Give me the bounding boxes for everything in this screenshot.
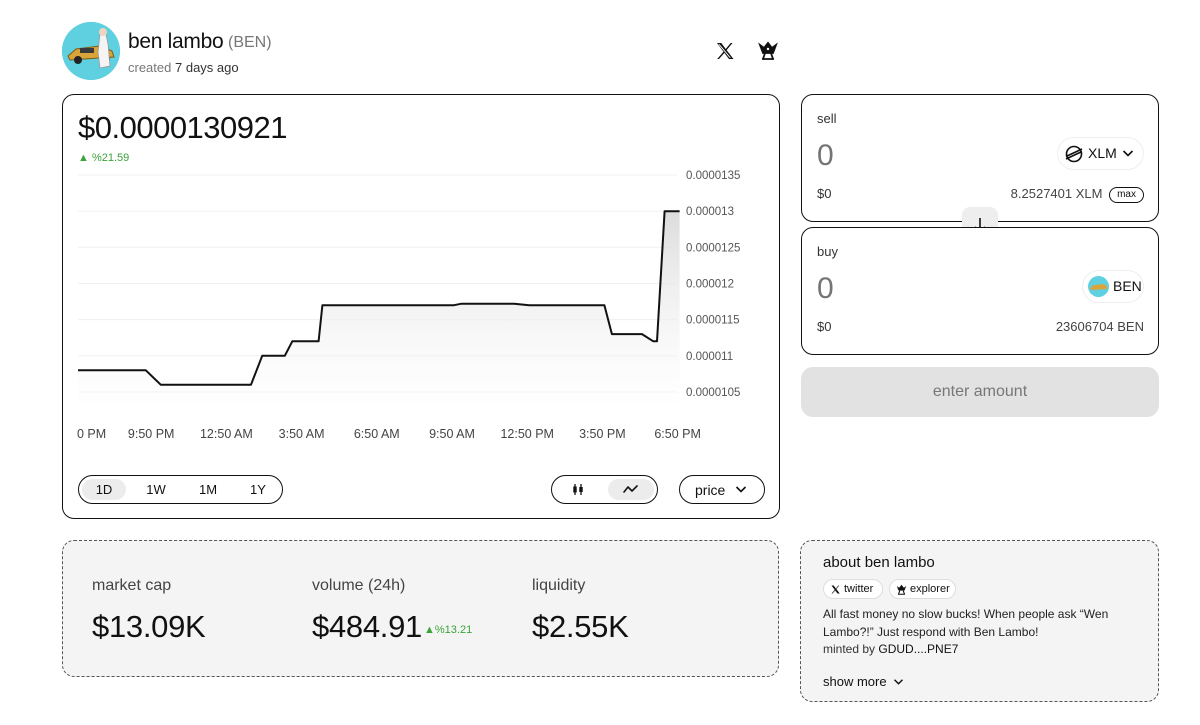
market-cap-value: $13.09K <box>92 609 206 644</box>
x-tick-label: 3:50 AM <box>279 427 325 441</box>
created-prefix: created <box>128 60 172 75</box>
stellar-logo-icon <box>1065 145 1083 163</box>
price-chart-card: $0.0000130921 ▲ %21.59 0.0000135 0.000013… <box>62 94 780 519</box>
candlestick-icon <box>573 484 583 495</box>
y-tick-label: 0.0000115 <box>686 315 740 327</box>
x-tick-label: 12:50 AM <box>200 427 253 441</box>
chevron-down-icon <box>735 486 747 493</box>
token-header: ben lambo (BEN) created 7 days ago <box>62 20 782 80</box>
y-tick-label: 0.000011 <box>686 351 733 363</box>
buy-token-selector[interactable]: BEN <box>1083 271 1143 302</box>
show-more-button[interactable]: show more <box>823 674 904 689</box>
created-info: created 7 days ago <box>128 60 239 75</box>
buy-usd-value: $0 <box>817 319 832 334</box>
chart-type-selector <box>551 475 658 504</box>
sell-label: sell <box>817 111 837 126</box>
liquidity-value: $2.55K <box>532 609 629 644</box>
ben-token-icon <box>1088 276 1109 297</box>
range-1m-button[interactable]: 1M <box>186 479 230 500</box>
max-button[interactable]: max <box>1109 187 1144 203</box>
x-logo-icon <box>831 585 840 594</box>
enter-amount-button[interactable]: enter amount <box>801 367 1159 417</box>
explorer-icon <box>896 584 907 595</box>
up-arrow-icon: ▲ <box>424 624 435 636</box>
about-description: All fast money no slow bucks! When peopl… <box>823 607 1109 639</box>
buy-amount-input[interactable] <box>817 272 1017 306</box>
about-title: about ben lambo <box>823 554 935 571</box>
volume-label: volume (24h) <box>312 577 406 594</box>
sell-panel: sell XLM $0 8.2527401 XLM max <box>801 94 1159 222</box>
sell-token-symbol: XLM <box>1088 145 1117 161</box>
volume-value: $484.91 <box>312 609 422 644</box>
metric-dropdown[interactable]: price <box>679 475 765 504</box>
minter-address[interactable]: GDUD....PNE7 <box>878 642 958 656</box>
range-1d-button[interactable]: 1D <box>82 479 126 500</box>
y-tick-label: 0.0000135 <box>686 170 740 182</box>
sell-usd-value: $0 <box>817 186 832 201</box>
explorer-icon[interactable] <box>757 40 779 62</box>
sell-balance-value: 8.2527401 XLM <box>1010 186 1103 201</box>
twitter-link[interactable]: twitter <box>823 579 883 599</box>
line-chart-icon <box>623 485 638 493</box>
x-tick-label: 6:50 PM <box>654 427 701 441</box>
y-tick-label: 0.0000105 <box>686 387 740 399</box>
y-tick-label: 0.0000125 <box>686 242 740 254</box>
line-chart-button[interactable] <box>608 479 654 500</box>
price-line-chart[interactable]: 0.0000135 0.000013 0.0000125 0.000012 0.0000… <box>63 95 779 455</box>
sell-amount-input[interactable] <box>817 139 1017 173</box>
sell-balance: 8.2527401 XLM max <box>1011 186 1144 203</box>
explorer-link[interactable]: explorer <box>889 579 956 599</box>
buy-balance: 23606704 BEN <box>1055 319 1144 334</box>
x-tick-label: 9:50 AM <box>429 427 475 441</box>
candlestick-chart-button[interactable] <box>555 479 601 500</box>
x-tick-label: 9:50 PM <box>128 427 175 441</box>
range-1w-button[interactable]: 1W <box>134 479 178 500</box>
x-logo-icon[interactable] <box>714 40 736 62</box>
minted-prefix: minted by <box>823 642 876 656</box>
x-tick-label: 12:50 PM <box>500 427 554 441</box>
y-tick-label: 0.000012 <box>686 278 734 290</box>
metric-label: price <box>695 482 726 498</box>
show-more-label: show more <box>823 674 887 689</box>
chevron-down-icon <box>894 679 904 685</box>
x-tick-label: 3:50 PM <box>579 427 626 441</box>
chevron-down-icon <box>1122 150 1134 157</box>
twitter-link-label: twitter <box>844 583 874 595</box>
token-ticker: (BEN) <box>228 34 272 51</box>
volume-change-value: %13.21 <box>434 624 473 636</box>
x-tick-label: 6:50 AM <box>354 427 400 441</box>
buy-token-symbol: BEN <box>1113 278 1142 294</box>
market-cap-label: market cap <box>92 577 172 594</box>
volume-change: ▲%13.21 <box>424 624 472 636</box>
explorer-link-label: explorer <box>910 583 950 595</box>
sell-token-selector[interactable]: XLM <box>1058 138 1143 169</box>
price-area-fill <box>78 211 680 410</box>
token-avatar <box>62 22 120 80</box>
buy-panel: buy BEN $0 23606704 BEN <box>801 227 1159 355</box>
token-stats-card: market cap $13.09K volume (24h) $484.91 … <box>62 540 779 677</box>
liquidity-label: liquidity <box>532 577 586 594</box>
x-tick-label: 0 PM <box>77 427 106 441</box>
token-name: ben lambo <box>128 30 224 53</box>
buy-label: buy <box>817 244 838 259</box>
y-tick-label: 0.000013 <box>686 206 734 218</box>
time-range-selector: 1D 1W 1M 1Y <box>78 475 283 504</box>
minted-by: minted by GDUD....PNE7 <box>823 642 958 656</box>
range-1y-button[interactable]: 1Y <box>236 479 280 500</box>
about-card: about ben lambo twitter explorer All fas… <box>800 540 1159 702</box>
created-ago: 7 days ago <box>175 60 239 75</box>
